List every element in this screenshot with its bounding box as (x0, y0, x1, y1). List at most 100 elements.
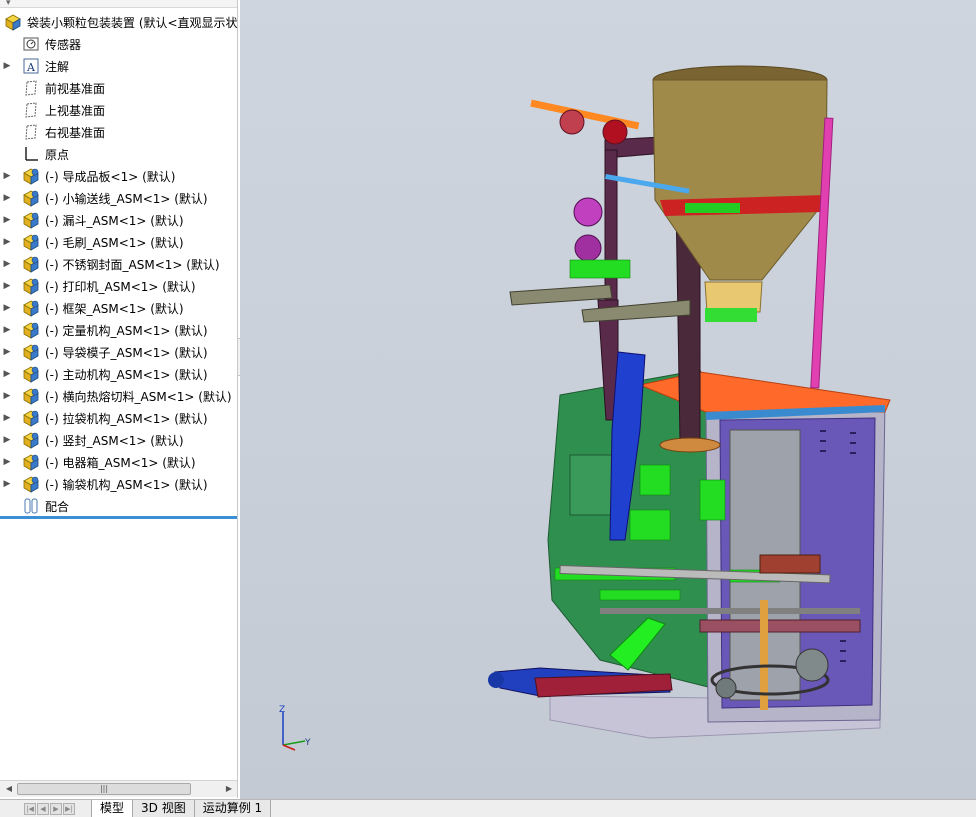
tree-item[interactable]: ▶ (-) 拉袋机构_ASM<1> (默认) (0, 407, 237, 429)
tree-item-label: (-) 竖封_ASM<1> (默认) (45, 433, 184, 448)
expand-icon[interactable]: ▶ (0, 369, 14, 379)
tree-item[interactable]: 传感器 (0, 33, 237, 55)
tree-item[interactable]: ▶ (-) 竖封_ASM<1> (默认) (0, 429, 237, 451)
expand-icon[interactable]: ▶ (0, 193, 14, 203)
expand-icon[interactable]: ▶ (0, 325, 14, 335)
tree-item-label: 配合 (45, 499, 70, 514)
tab-1[interactable]: 3D 视图 (132, 800, 195, 817)
expand-icon[interactable]: ▶ (0, 215, 14, 225)
subassembly-icon (22, 167, 40, 185)
expand-icon[interactable]: ▶ (0, 259, 14, 269)
hopper-band-green (685, 203, 740, 213)
tree-item[interactable]: 前视基准面 (0, 77, 237, 99)
tree-item[interactable]: ▶ (-) 小输送线_ASM<1> (默认) (0, 187, 237, 209)
expand-icon[interactable]: ▶ (0, 479, 14, 489)
tree-item-label: (-) 拉袋机构_ASM<1> (默认) (45, 411, 208, 426)
conveyor-roller (488, 672, 504, 688)
plane-icon (22, 123, 40, 141)
tree-item-label: 前视基准面 (45, 81, 106, 96)
expand-icon[interactable]: ▶ (0, 303, 14, 313)
printer-roller-2 (574, 234, 602, 262)
tree-item-label: (-) 打印机_ASM<1> (默认) (45, 279, 196, 294)
tree-item[interactable]: 配合 (0, 495, 237, 517)
plane-icon (22, 79, 40, 97)
expand-icon[interactable]: ▶ (0, 413, 14, 423)
bottom-tab-bar: |◀ ◀ ▶ ▶| 模型 3D 视图 运动算例 1 (0, 799, 976, 817)
tree-item-label: 传感器 (45, 37, 82, 52)
tree-item[interactable]: ▶ (-) 电器箱_ASM<1> (默认) (0, 451, 237, 473)
tree-item[interactable]: ▶ (-) 导成品板<1> (默认) (0, 165, 237, 187)
prev-tab-icon[interactable]: ◀ (37, 802, 49, 815)
expand-icon[interactable]: ▶ (0, 61, 14, 71)
brush-fringe (705, 308, 757, 322)
expand-icon[interactable]: ▶ (0, 171, 14, 181)
tree-item-label: 上视基准面 (45, 103, 106, 118)
filter-icon[interactable]: ▾ (6, 0, 11, 8)
last-tab-icon[interactable]: ▶| (63, 802, 75, 815)
expand-icon[interactable]: ▶ (0, 435, 14, 445)
expand-icon[interactable]: ▶ (0, 391, 14, 401)
view-triad (282, 712, 306, 751)
tree-item[interactable]: ▶ (-) 输袋机构_ASM<1> (默认) (0, 473, 237, 495)
svg-text:A: A (26, 61, 36, 74)
tree-item-label: (-) 主动机构_ASM<1> (默认) (45, 367, 208, 382)
tree-item[interactable]: 上视基准面 (0, 99, 237, 121)
tab-0[interactable]: 模型 (91, 800, 134, 817)
tree-item[interactable]: ▶ (-) 打印机_ASM<1> (默认) (0, 275, 237, 297)
roller-wheel-2 (602, 119, 628, 145)
tree-filter-strip[interactable]: ▾ (0, 0, 237, 8)
tree-item[interactable]: 右视基准面 (0, 121, 237, 143)
subassembly-icon (22, 255, 40, 273)
tree-item-label: (-) 导袋模子_ASM<1> (默认) (45, 345, 208, 360)
tree-item[interactable]: ▶ (-) 毛刷_ASM<1> (默认) (0, 231, 237, 253)
tree-item[interactable]: ▶ (-) 漏斗_ASM<1> (默认) (0, 209, 237, 231)
tree-item[interactable]: ▶ (-) 主动机构_ASM<1> (默认) (0, 363, 237, 385)
origin-icon (22, 145, 40, 163)
conveyor-frame (534, 673, 673, 698)
tree-item[interactable]: ▶ (-) 框架_ASM<1> (默认) (0, 297, 237, 319)
tree-item[interactable]: ▶ (-) 定量机构_ASM<1> (默认) (0, 319, 237, 341)
scrollbar-thumb[interactable]: ||| (17, 783, 191, 795)
tree-item-label: (-) 输袋机构_ASM<1> (默认) (45, 477, 208, 492)
rollback-bar[interactable] (0, 516, 237, 519)
graphics-area[interactable]: Z Y (240, 0, 976, 800)
horizontal-scrollbar[interactable]: ◀ ||| ▶ (0, 780, 237, 797)
tree-root-label: 袋装小颗粒包装装置 (默认<直观显示状 (27, 15, 238, 30)
tree-item[interactable]: ▶ (-) 导袋模子_ASM<1> (默认) (0, 341, 237, 363)
triad-z-label: Z (279, 705, 285, 715)
subassembly-icon (22, 409, 40, 427)
tree-item[interactable]: ▶ A 注解 (0, 55, 237, 77)
first-tab-icon[interactable]: |◀ (24, 802, 36, 815)
tab-2[interactable]: 运动算例 1 (193, 800, 272, 817)
subassembly-icon (22, 299, 40, 317)
subassembly-icon (22, 321, 40, 339)
tree-item[interactable]: 原点 (0, 143, 237, 165)
expand-icon[interactable]: ▶ (0, 457, 14, 467)
heat-sealer-block (759, 554, 821, 574)
model-view[interactable]: Z Y (240, 0, 976, 800)
expand-icon[interactable]: ▶ (0, 347, 14, 357)
tree-item-label: (-) 小输送线_ASM<1> (默认) (45, 191, 208, 206)
expand-icon[interactable]: ▶ (0, 237, 14, 247)
roller-wheel-1 (559, 109, 585, 135)
scroll-right-icon[interactable]: ▶ (222, 782, 236, 796)
tree-item-label: 原点 (45, 147, 70, 162)
tree-item-label: 注解 (45, 59, 70, 74)
tree-item[interactable]: ▶ (-) 横向热熔切料_ASM<1> (默认) (0, 385, 237, 407)
annotation-icon: A (22, 57, 40, 75)
tree-item-label: 右视基准面 (45, 125, 106, 140)
gear-disk (659, 437, 721, 453)
tree-item-label: (-) 框架_ASM<1> (默认) (45, 301, 184, 316)
mates-icon (22, 497, 40, 515)
subassembly-icon (22, 211, 40, 229)
tree-item-label: (-) 导成品板<1> (默认) (45, 169, 176, 184)
tree-root-assembly[interactable]: 袋装小颗粒包装装置 (默认<直观显示状 (0, 11, 238, 33)
subassembly-icon (22, 475, 40, 493)
expand-icon[interactable]: ▶ (0, 281, 14, 291)
tab-navigation: |◀ ◀ ▶ ▶| (0, 800, 92, 817)
next-tab-icon[interactable]: ▶ (50, 802, 62, 815)
tree-item[interactable]: ▶ (-) 不锈钢封面_ASM<1> (默认) (0, 253, 237, 275)
scroll-left-icon[interactable]: ◀ (2, 782, 16, 796)
tree-item-label: (-) 电器箱_ASM<1> (默认) (45, 455, 196, 470)
subassembly-icon (22, 189, 40, 207)
